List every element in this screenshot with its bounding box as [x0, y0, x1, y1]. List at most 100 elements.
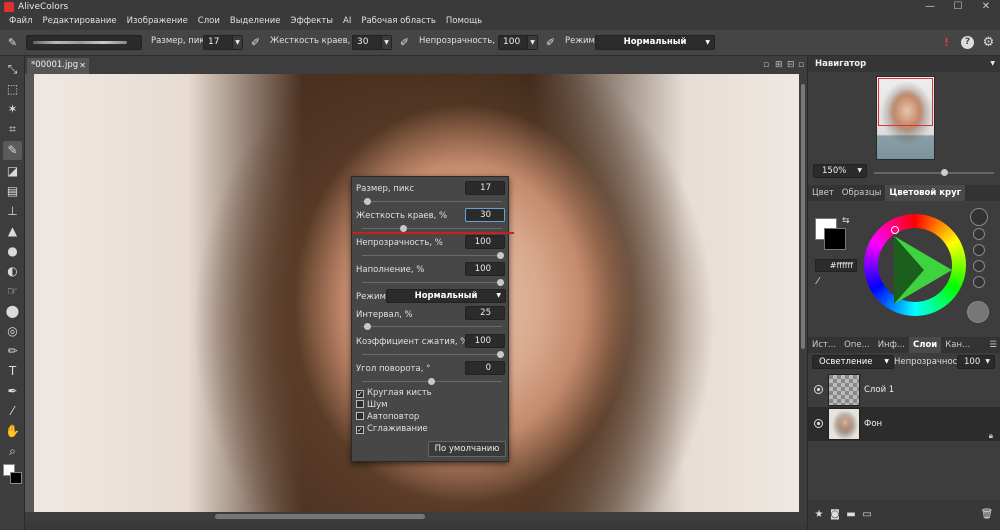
layer-opacity-input[interactable]: 100 ▼: [957, 355, 995, 369]
text-tool-icon[interactable]: T: [3, 362, 22, 381]
menu-select[interactable]: Выделение: [225, 14, 286, 30]
popup-hardness-input[interactable]: 30: [465, 208, 505, 222]
tab-operations[interactable]: Опе...: [840, 337, 874, 353]
wheel-scheme-icon[interactable]: [973, 228, 985, 240]
new-layer-icon[interactable]: ▭: [860, 508, 874, 522]
magic-wand-icon[interactable]: ✶: [3, 100, 22, 119]
horizontal-scrollbar[interactable]: [25, 512, 807, 522]
pen-tool-icon[interactable]: ✒: [3, 382, 22, 401]
layer-blend-select[interactable]: Осветление ▼: [812, 355, 894, 369]
fill-tool-icon[interactable]: ▲: [3, 222, 22, 241]
alert-icon[interactable]: !: [940, 36, 953, 49]
stamp-tool-icon[interactable]: ⊥: [3, 202, 22, 221]
opacity-input[interactable]: 100 ▼: [498, 35, 538, 50]
tab-color-wheel[interactable]: Цветовой круг: [885, 185, 966, 201]
popup-opacity-input[interactable]: 100: [465, 235, 505, 249]
smoothing-checkbox[interactable]: ✓ Сглаживание: [356, 424, 428, 434]
blur-tool-icon[interactable]: ●: [3, 242, 22, 261]
gear-icon[interactable]: ⚙: [982, 36, 995, 49]
horizontal-scroll-thumb[interactable]: [215, 514, 425, 519]
wheel-scheme-icon[interactable]: [973, 244, 985, 256]
brush-tool-icon[interactable]: ✎: [3, 141, 22, 160]
popup-compress-input[interactable]: 100: [465, 334, 505, 348]
hex-color-input[interactable]: #ffffff: [815, 259, 857, 272]
swap-colors-icon[interactable]: ⇆: [842, 216, 850, 226]
tab-swatches[interactable]: Образцы: [838, 185, 886, 201]
pen-pressure-icon[interactable]: ✐: [398, 36, 411, 49]
mask-icon[interactable]: ◙: [828, 508, 842, 522]
grid-view-icon[interactable]: ⊞: [775, 60, 783, 70]
popup-opacity-slider[interactable]: [362, 252, 504, 259]
hand-tool-icon[interactable]: ✋: [3, 422, 22, 441]
liquify-tool-icon[interactable]: ◎: [3, 322, 22, 341]
vertical-scroll-thumb[interactable]: [801, 84, 805, 349]
layer-row-selected[interactable]: Фон 🔒︎: [808, 407, 1000, 441]
popup-angle-input[interactable]: 0: [465, 361, 505, 375]
menu-file[interactable]: Файл: [4, 14, 37, 30]
slider-knob[interactable]: [364, 323, 371, 330]
document-tab[interactable]: *00001.jpg ✕: [27, 58, 89, 74]
visibility-eye-icon[interactable]: [814, 419, 823, 428]
popup-mode-select[interactable]: Нормальный ▼: [386, 289, 506, 303]
slider-knob[interactable]: [497, 279, 504, 286]
tab-info[interactable]: Инф...: [874, 337, 909, 353]
wheel-scheme-icon[interactable]: [973, 276, 985, 288]
layer-row[interactable]: Слой 1: [808, 373, 1000, 407]
close-button[interactable]: ✕: [972, 0, 1000, 14]
zoom-tool-icon[interactable]: ⌕: [3, 442, 22, 461]
zoom-slider-knob[interactable]: [941, 169, 948, 176]
chevron-down-icon[interactable]: ▼: [381, 36, 391, 49]
checkbox-box[interactable]: [356, 400, 364, 408]
checkbox-box[interactable]: ✓: [356, 426, 364, 434]
zoom-slider[interactable]: [874, 169, 994, 176]
eraser-tool-icon[interactable]: ◪: [3, 162, 22, 181]
popup-compress-slider[interactable]: [362, 351, 504, 358]
checkbox-box[interactable]: [356, 412, 364, 420]
dodge-tool-icon[interactable]: ◐: [3, 262, 22, 281]
lock-icon[interactable]: 🔒︎: [989, 419, 993, 453]
zoom-select[interactable]: 150% ▼: [813, 164, 867, 178]
autorepeat-checkbox[interactable]: Автоповтор: [356, 412, 419, 422]
popup-interval-slider[interactable]: [362, 323, 502, 330]
tab-layers[interactable]: Слои: [908, 337, 942, 353]
round-brush-checkbox[interactable]: ✓ Круглая кисть: [356, 388, 432, 398]
menu-help[interactable]: Помощь: [441, 14, 487, 30]
wheel-scheme-icon[interactable]: [973, 260, 985, 272]
menu-edit[interactable]: Редактирование: [37, 14, 121, 30]
eyedropper-tool-icon[interactable]: ⁄: [3, 402, 22, 421]
popup-size-slider[interactable]: [362, 198, 502, 205]
vertical-scrollbar[interactable]: [799, 74, 807, 512]
popup-interval-input[interactable]: 25: [465, 306, 505, 320]
selection-tool-icon[interactable]: ⬚: [3, 80, 22, 99]
navigator-view-frame[interactable]: [878, 78, 933, 126]
slider-knob[interactable]: [497, 351, 504, 358]
gradient-tool-icon[interactable]: ▤: [3, 182, 22, 201]
hue-selector[interactable]: [891, 226, 899, 234]
wheel-mode-icon[interactable]: [970, 208, 988, 226]
slider-knob[interactable]: [497, 252, 504, 259]
tab-channels[interactable]: Кан...: [941, 337, 974, 353]
noise-checkbox[interactable]: Шум: [356, 400, 388, 410]
tab-history[interactable]: Ист...: [808, 337, 840, 353]
slider-knob[interactable]: [400, 225, 407, 232]
close-icon[interactable]: ✕: [79, 58, 86, 73]
eyedropper-icon[interactable]: ⁄: [817, 276, 819, 287]
pen-pressure-icon[interactable]: ✐: [249, 36, 262, 49]
crop-tool-icon[interactable]: ⌗: [3, 120, 22, 139]
folder-icon[interactable]: ▬: [844, 508, 858, 522]
checkbox-box[interactable]: ✓: [356, 390, 364, 398]
sponge-tool-icon[interactable]: ⬤: [3, 302, 22, 321]
pen-pressure-icon[interactable]: ✐: [544, 36, 557, 49]
menu-effects[interactable]: Эффекты: [286, 14, 339, 30]
panel-menu-icon[interactable]: ☰: [985, 337, 1000, 353]
menu-ai[interactable]: AI: [338, 14, 356, 30]
chevron-down-icon[interactable]: ▼: [232, 36, 242, 49]
tile-view-icon[interactable]: ▫: [763, 60, 769, 70]
popup-angle-slider[interactable]: [362, 378, 502, 385]
menu-layers[interactable]: Слои: [193, 14, 225, 30]
background-color-swatch[interactable]: [10, 472, 22, 484]
popup-hardness-slider[interactable]: [362, 225, 502, 232]
delete-layer-icon[interactable]: 🗑︎: [980, 508, 994, 522]
hardness-input[interactable]: 30 ▼: [352, 35, 392, 50]
help-icon[interactable]: ?: [961, 36, 974, 49]
